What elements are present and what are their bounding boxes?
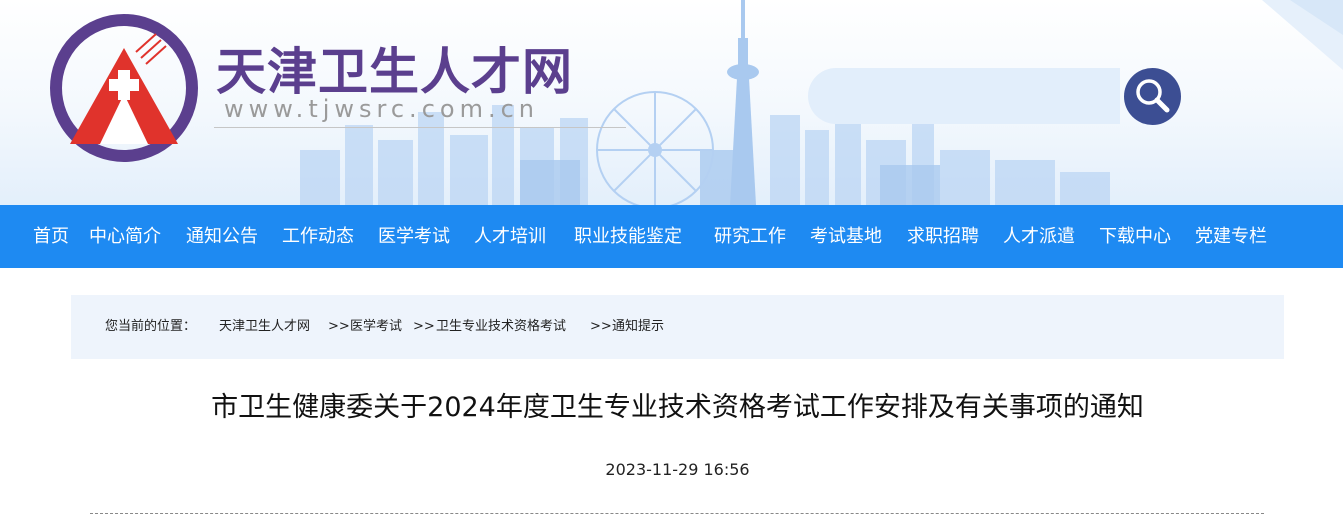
site-logo xyxy=(50,14,198,162)
article-date: 2023-11-29 16:56 xyxy=(605,460,750,479)
breadcrumb-separator: >> xyxy=(328,319,350,334)
nav-item-jobs[interactable]: 求职招聘 xyxy=(907,205,979,268)
breadcrumb-link-notices[interactable]: 通知提示 xyxy=(612,295,664,359)
site-name: 天津卫生人才网 xyxy=(216,43,573,101)
main-nav: 首页 中心简介 通知公告 工作动态 医学考试 人才培训 职业技能鉴定 研究工作 … xyxy=(0,205,1343,268)
article-title: 市卫生健康委关于2024年度卫生专业技术资格考试工作安排及有关事项的通知 xyxy=(211,392,1144,423)
nav-item-medical-exams[interactable]: 医学考试 xyxy=(378,205,450,268)
site-header: 天津卫生人才网 www.tjwsrc.com.cn xyxy=(0,0,1343,205)
nav-item-about[interactable]: 中心简介 xyxy=(89,205,161,268)
divider xyxy=(90,513,1264,514)
nav-item-home[interactable]: 首页 xyxy=(33,205,69,268)
search-input[interactable] xyxy=(808,68,1120,124)
nav-item-downloads[interactable]: 下载中心 xyxy=(1099,205,1171,268)
breadcrumb-link-home[interactable]: 天津卫生人才网 xyxy=(219,295,310,359)
nav-item-training[interactable]: 人才培训 xyxy=(474,205,546,268)
breadcrumb-prefix: 您当前的位置： xyxy=(105,319,197,334)
nav-item-skill-appraisal[interactable]: 职业技能鉴定 xyxy=(574,205,682,268)
nav-item-news[interactable]: 工作动态 xyxy=(282,205,354,268)
nav-item-notices[interactable]: 通知公告 xyxy=(186,205,258,268)
breadcrumb-link-medical-exams[interactable]: 医学考试 xyxy=(350,295,402,359)
search-icon xyxy=(1136,79,1170,113)
site-url: www.tjwsrc.com.cn xyxy=(224,95,539,123)
url-underline xyxy=(214,127,626,128)
nav-item-party-building[interactable]: 党建专栏 xyxy=(1195,205,1267,268)
nav-item-exam-base[interactable]: 考试基地 xyxy=(810,205,882,268)
breadcrumb-link-qualification-exam[interactable]: 卫生专业技术资格考试 xyxy=(436,295,566,359)
nav-item-dispatch[interactable]: 人才派遣 xyxy=(1003,205,1075,268)
nav-item-research[interactable]: 研究工作 xyxy=(714,205,786,268)
breadcrumb-separator: >> xyxy=(413,319,435,334)
breadcrumb: 您当前的位置： 天津卫生人才网 >> 医学考试 >> 卫生专业技术资格考试 >>… xyxy=(71,295,1284,359)
search-button[interactable] xyxy=(1124,68,1181,125)
breadcrumb-separator: >> xyxy=(590,319,612,334)
